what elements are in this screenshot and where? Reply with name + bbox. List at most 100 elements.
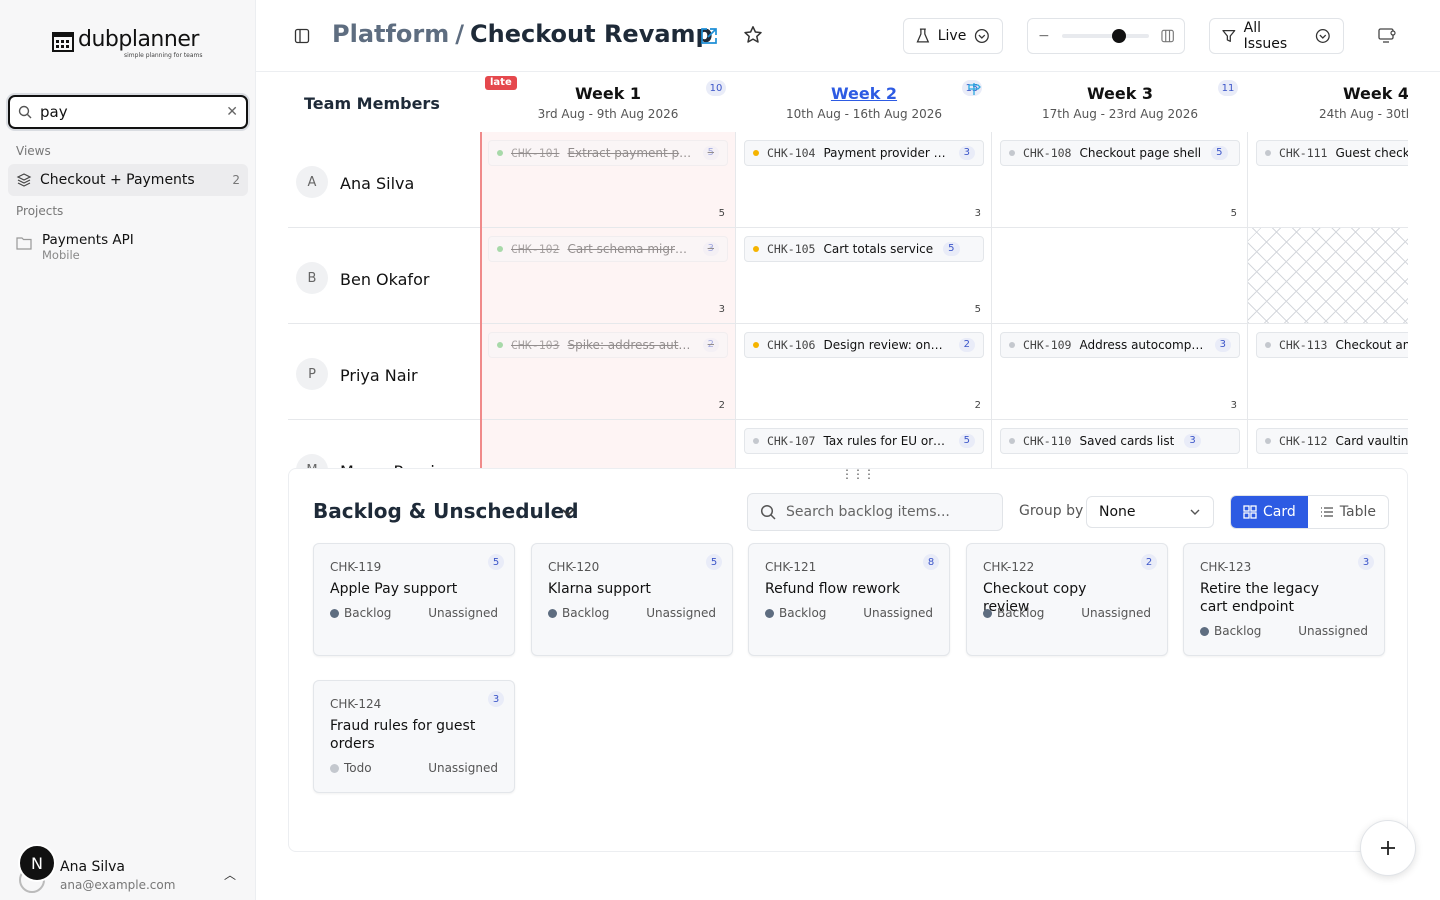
task-key: CHK-113 <box>1279 338 1328 352</box>
card-view-button[interactable]: Card <box>1231 496 1308 528</box>
cell-points-total: 5 <box>974 304 981 315</box>
external-link-icon[interactable] <box>697 24 721 48</box>
app-tagline: simple planning for teams <box>124 52 203 59</box>
task-chip[interactable]: CHK-103 Spike: address auto... 2 <box>488 332 728 358</box>
task-chip[interactable]: CHK-113 Checkout an <box>1256 332 1408 358</box>
week-name[interactable]: Week 2 <box>736 84 992 103</box>
task-chip[interactable]: CHK-105 Cart totals service 5 <box>744 236 984 262</box>
avatar[interactable]: N <box>18 844 56 882</box>
columns-icon[interactable] <box>1161 29 1174 43</box>
backlog-card[interactable]: CHK-123 Retire the legacy cart endpoint 3 B… <box>1183 543 1385 656</box>
table-view-button[interactable]: Table <box>1308 496 1388 528</box>
monitor-settings-icon[interactable] <box>1375 24 1399 48</box>
member-row-label[interactable]: P Priya Nair <box>288 324 480 420</box>
task-chip[interactable]: CHK-112 Card vaultin <box>1256 428 1408 454</box>
backlog-card[interactable]: CHK-120 Klarna support 5 Backlog Unassigned <box>531 543 733 656</box>
flask-icon <box>916 28 930 43</box>
task-chip[interactable]: CHK-101 Extract payment pr... 5 <box>488 140 728 166</box>
task-points: 2 <box>958 338 975 352</box>
member-row-label[interactable]: MMarco Rossi <box>288 420 480 468</box>
week-header[interactable]: Week 2 10th Aug - 16th Aug 2026 <box>736 72 992 132</box>
status-dot <box>1265 342 1271 348</box>
card-status: Backlog <box>983 606 1044 620</box>
breadcrumb-parent[interactable]: Platform <box>332 20 449 48</box>
task-key: CHK-101 <box>511 146 560 160</box>
resize-handle-icon[interactable]: ⋮⋮⋮ <box>841 467 875 481</box>
cell-points-total: 3 <box>718 304 725 315</box>
backlog-search-input[interactable]: Search backlog items... <box>747 493 1003 531</box>
member-name: Priya Nair <box>340 366 418 385</box>
chevron-circle-icon <box>1316 29 1331 43</box>
chevron-down-icon[interactable] <box>561 503 575 522</box>
status-dot <box>753 438 759 444</box>
zoom-slider[interactable] <box>1061 29 1149 43</box>
member-row-label[interactable]: B Ben Okafor <box>288 228 480 324</box>
signpost-icon[interactable] <box>967 81 981 95</box>
backlog-card[interactable]: CHK-121 Refund flow rework 8 Backlog Unassig… <box>748 543 950 656</box>
schedule-cell[interactable] <box>1248 228 1408 324</box>
search-value[interactable]: pay <box>40 103 226 121</box>
backlog-card[interactable]: CHK-124 Fraud rules for guest orders 3 Todo… <box>313 680 515 793</box>
task-chip[interactable]: CHK-108 Checkout page shell 5 <box>1000 140 1240 166</box>
card-title: Retire the legacy cart endpoint <box>1200 581 1319 615</box>
card-title: Klarna support <box>548 581 651 597</box>
breadcrumb: Platform / Checkout Revamp <box>332 20 713 48</box>
app-logo[interactable]: dubplanner simple planning for teams <box>52 28 203 59</box>
card-status: Backlog <box>330 606 391 620</box>
status-dot <box>330 763 339 773</box>
card-status: Todo <box>330 761 372 775</box>
card-key: CHK-120 <box>548 560 600 574</box>
task-points: 3 <box>1214 338 1231 352</box>
live-mode-button[interactable]: Live <box>903 18 1003 54</box>
zoom-out-icon[interactable]: − <box>1038 28 1050 44</box>
task-key: CHK-104 <box>767 146 816 160</box>
task-chip[interactable]: CHK-111 Guest check <box>1256 140 1408 166</box>
schedule-cell[interactable] <box>992 228 1248 324</box>
member-row-label[interactable]: A Ana Silva <box>288 132 480 228</box>
week-name: Week 3 <box>1086 84 1154 103</box>
backlog-card[interactable]: CHK-122 Checkout copy review 2 Backlog Unass… <box>966 543 1168 656</box>
group-by-select[interactable]: None <box>1086 496 1214 528</box>
status-dot <box>548 608 557 618</box>
card-status-label: Backlog <box>779 606 827 620</box>
star-icon[interactable] <box>741 23 765 47</box>
zoom-slider-thumb[interactable] <box>1111 29 1126 43</box>
backlog-card[interactable]: CHK-119 Apple Pay support 5 Backlog Unassign… <box>313 543 515 656</box>
member-avatar: P <box>296 358 328 390</box>
task-chip[interactable]: CHK-109 Address autocompl... 3 <box>1000 332 1240 358</box>
table-view-label: Table <box>1339 504 1376 520</box>
week-count-badge: 11 <box>1218 80 1238 96</box>
task-key: CHK-105 <box>767 242 816 256</box>
task-chip[interactable]: CHK-104 Payment provider c... 3 <box>744 140 984 166</box>
week-count-badge: 10 <box>706 80 726 96</box>
calendar-logo-icon <box>52 32 74 52</box>
backlog-search-placeholder: Search backlog items... <box>786 504 950 520</box>
task-title: Tax rules for EU ord... <box>823 434 949 448</box>
task-title: Checkout an <box>1335 338 1408 352</box>
sidebar-item-checkout-payments[interactable]: Checkout + Payments 2 <box>8 164 248 196</box>
schedule-cell[interactable] <box>480 420 736 468</box>
card-title: Apple Pay support <box>330 581 458 597</box>
issue-filter-button[interactable]: All Issues <box>1209 18 1344 54</box>
sidebar-search-input[interactable]: pay ✕ <box>8 95 248 129</box>
clear-search-icon[interactable]: ✕ <box>226 104 238 120</box>
week-dates: 10th Aug - 16th Aug 2026 <box>786 107 942 121</box>
task-points: 3 <box>702 242 719 256</box>
zoom-control[interactable]: − <box>1027 18 1185 54</box>
user-menu[interactable]: N Ana Silva ana@example.com ︿ <box>18 844 248 894</box>
task-chip[interactable]: CHK-107 Tax rules for EU ord... 5 <box>744 428 984 454</box>
chevron-up-icon[interactable]: ︿ <box>224 866 236 883</box>
task-chip[interactable]: CHK-110 Saved cards list 3 <box>1000 428 1240 454</box>
team-members-header: Team Members <box>304 94 440 113</box>
task-chip[interactable]: CHK-106 Design review: one-... 2 <box>744 332 984 358</box>
card-key: CHK-122 <box>983 560 1035 574</box>
card-points: 2 <box>1141 554 1157 570</box>
sidebar-item-payments-api[interactable]: Payments API Mobile <box>16 232 134 262</box>
task-title: Cart totals service <box>823 242 934 256</box>
task-key: CHK-109 <box>1023 338 1072 352</box>
cell-points-total: 5 <box>718 208 725 219</box>
add-item-button[interactable] <box>1360 820 1416 876</box>
toggle-sidebar-icon[interactable] <box>290 24 314 48</box>
task-chip[interactable]: CHK-102 Cart schema migra... 3 <box>488 236 728 262</box>
card-assignee: Unassigned <box>1081 606 1151 620</box>
